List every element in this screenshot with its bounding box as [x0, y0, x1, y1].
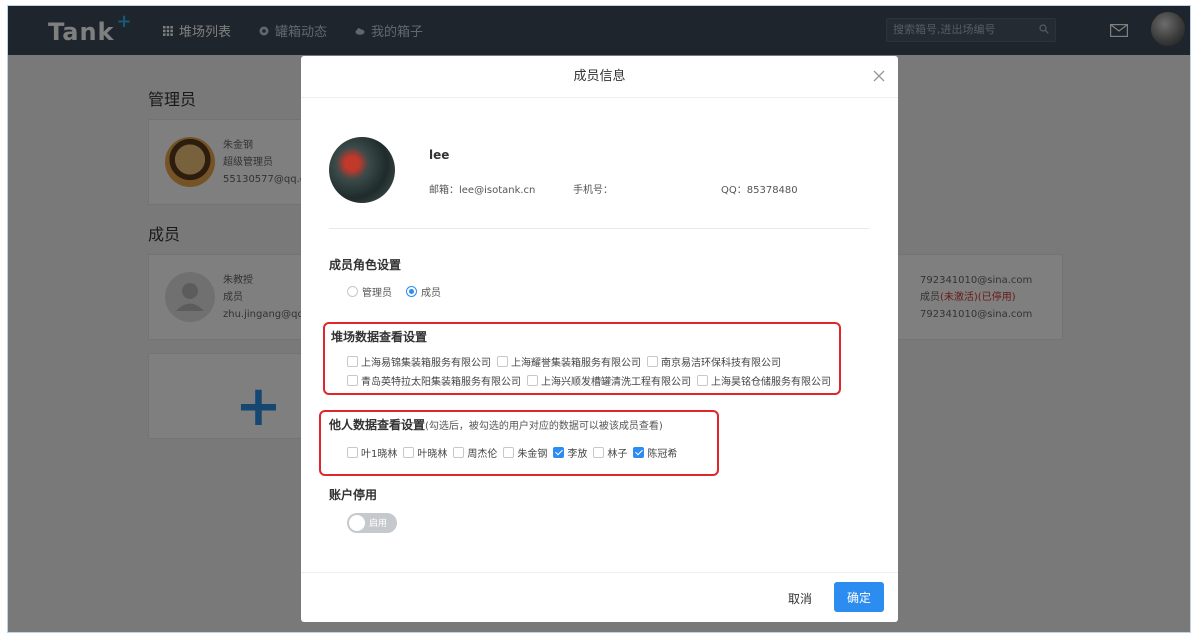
role-section-title: 成员角色设置 [329, 258, 402, 272]
checkbox[interactable] [697, 375, 708, 386]
checkbox[interactable] [453, 447, 465, 458]
others-section-title: 他人数据查看设置(勾选后，被勾选的用户对应的数据可以被该成员查看) [329, 418, 663, 432]
checkbox-checked[interactable] [633, 447, 645, 458]
checkbox[interactable] [503, 447, 515, 458]
checkbox[interactable] [347, 356, 358, 367]
yard-option[interactable]: 上海昊铭仓储服务有限公司 [697, 373, 831, 388]
cancel-button[interactable]: 取消 [780, 583, 820, 613]
checkbox[interactable] [497, 356, 508, 367]
toggle-knob [349, 515, 365, 531]
member-info-dialog: 成员信息 lee 邮箱：lee@isotank.cn 手机号： QQ：85378… [301, 56, 898, 622]
dialog-footer: 取消 确定 [301, 572, 898, 622]
yard-option[interactable]: 南京易洁环保科技有限公司 [647, 354, 781, 369]
role-option-member[interactable]: 成员 [406, 284, 441, 299]
app-window: Tank+ 堆场列表 罐箱动态 我的箱子 搜索箱号,进出场编号 管理员 [7, 5, 1191, 633]
user-option[interactable]: 叶晓林 [403, 445, 447, 460]
role-option-admin[interactable]: 管理员 [347, 284, 392, 299]
user-option[interactable]: 周杰伦 [453, 445, 497, 460]
profile-name: lee [429, 148, 450, 162]
checkbox-checked[interactable] [553, 447, 565, 458]
account-toggle[interactable]: 启用 [347, 513, 397, 533]
yard-option[interactable]: 上海耀誉集装箱服务有限公司 [497, 354, 641, 369]
profile-email: 邮箱：lee@isotank.cn [429, 185, 536, 196]
checkbox[interactable] [647, 356, 658, 367]
user-option[interactable]: 李放 [553, 445, 587, 460]
checkbox[interactable] [347, 375, 358, 386]
checkbox[interactable] [403, 447, 415, 458]
radio-button[interactable] [347, 286, 358, 297]
account-section-title: 账户停用 [329, 488, 378, 502]
role-radio-group: 管理员 成员 [347, 284, 441, 299]
toggle-label: 启用 [369, 519, 388, 529]
others-section-hint: (勾选后，被勾选的用户对应的数据可以被该成员查看) [425, 421, 663, 432]
radio-button-selected[interactable] [406, 286, 417, 297]
yard-option[interactable]: 青岛英特拉太阳集装箱服务有限公司 [347, 373, 521, 388]
profile-phone: 手机号： [573, 185, 613, 196]
user-option[interactable]: 叶1晓林 [347, 445, 397, 460]
checkbox[interactable] [347, 447, 358, 458]
profile-avatar [329, 137, 395, 203]
user-option[interactable]: 陈冠希 [633, 445, 677, 460]
checkbox[interactable] [593, 447, 605, 458]
yard-option[interactable]: 上海易锦集装箱服务有限公司 [347, 354, 491, 369]
yard-checkbox-row-2: 青岛英特拉太阳集装箱服务有限公司 上海兴顺发槽罐清洗工程有限公司 上海昊铭仓储服… [347, 373, 831, 388]
user-option[interactable]: 朱金钢 [503, 445, 547, 460]
others-checkbox-row: 叶1晓林 叶晓林 周杰伦 朱金钢 李放 林子 陈冠希 [347, 445, 677, 460]
yard-section-title: 堆场数据查看设置 [331, 330, 428, 344]
profile-divider [329, 228, 869, 229]
dialog-title: 成员信息 [301, 56, 898, 98]
profile-qq: QQ：85378480 [721, 185, 798, 196]
user-option[interactable]: 林子 [593, 445, 627, 460]
checkbox[interactable] [527, 375, 538, 386]
confirm-button[interactable]: 确定 [834, 582, 884, 612]
close-icon[interactable] [870, 67, 888, 85]
yard-checkbox-row-1: 上海易锦集装箱服务有限公司 上海耀誉集装箱服务有限公司 南京易洁环保科技有限公司 [347, 354, 781, 369]
yard-option[interactable]: 上海兴顺发槽罐清洗工程有限公司 [527, 373, 691, 388]
